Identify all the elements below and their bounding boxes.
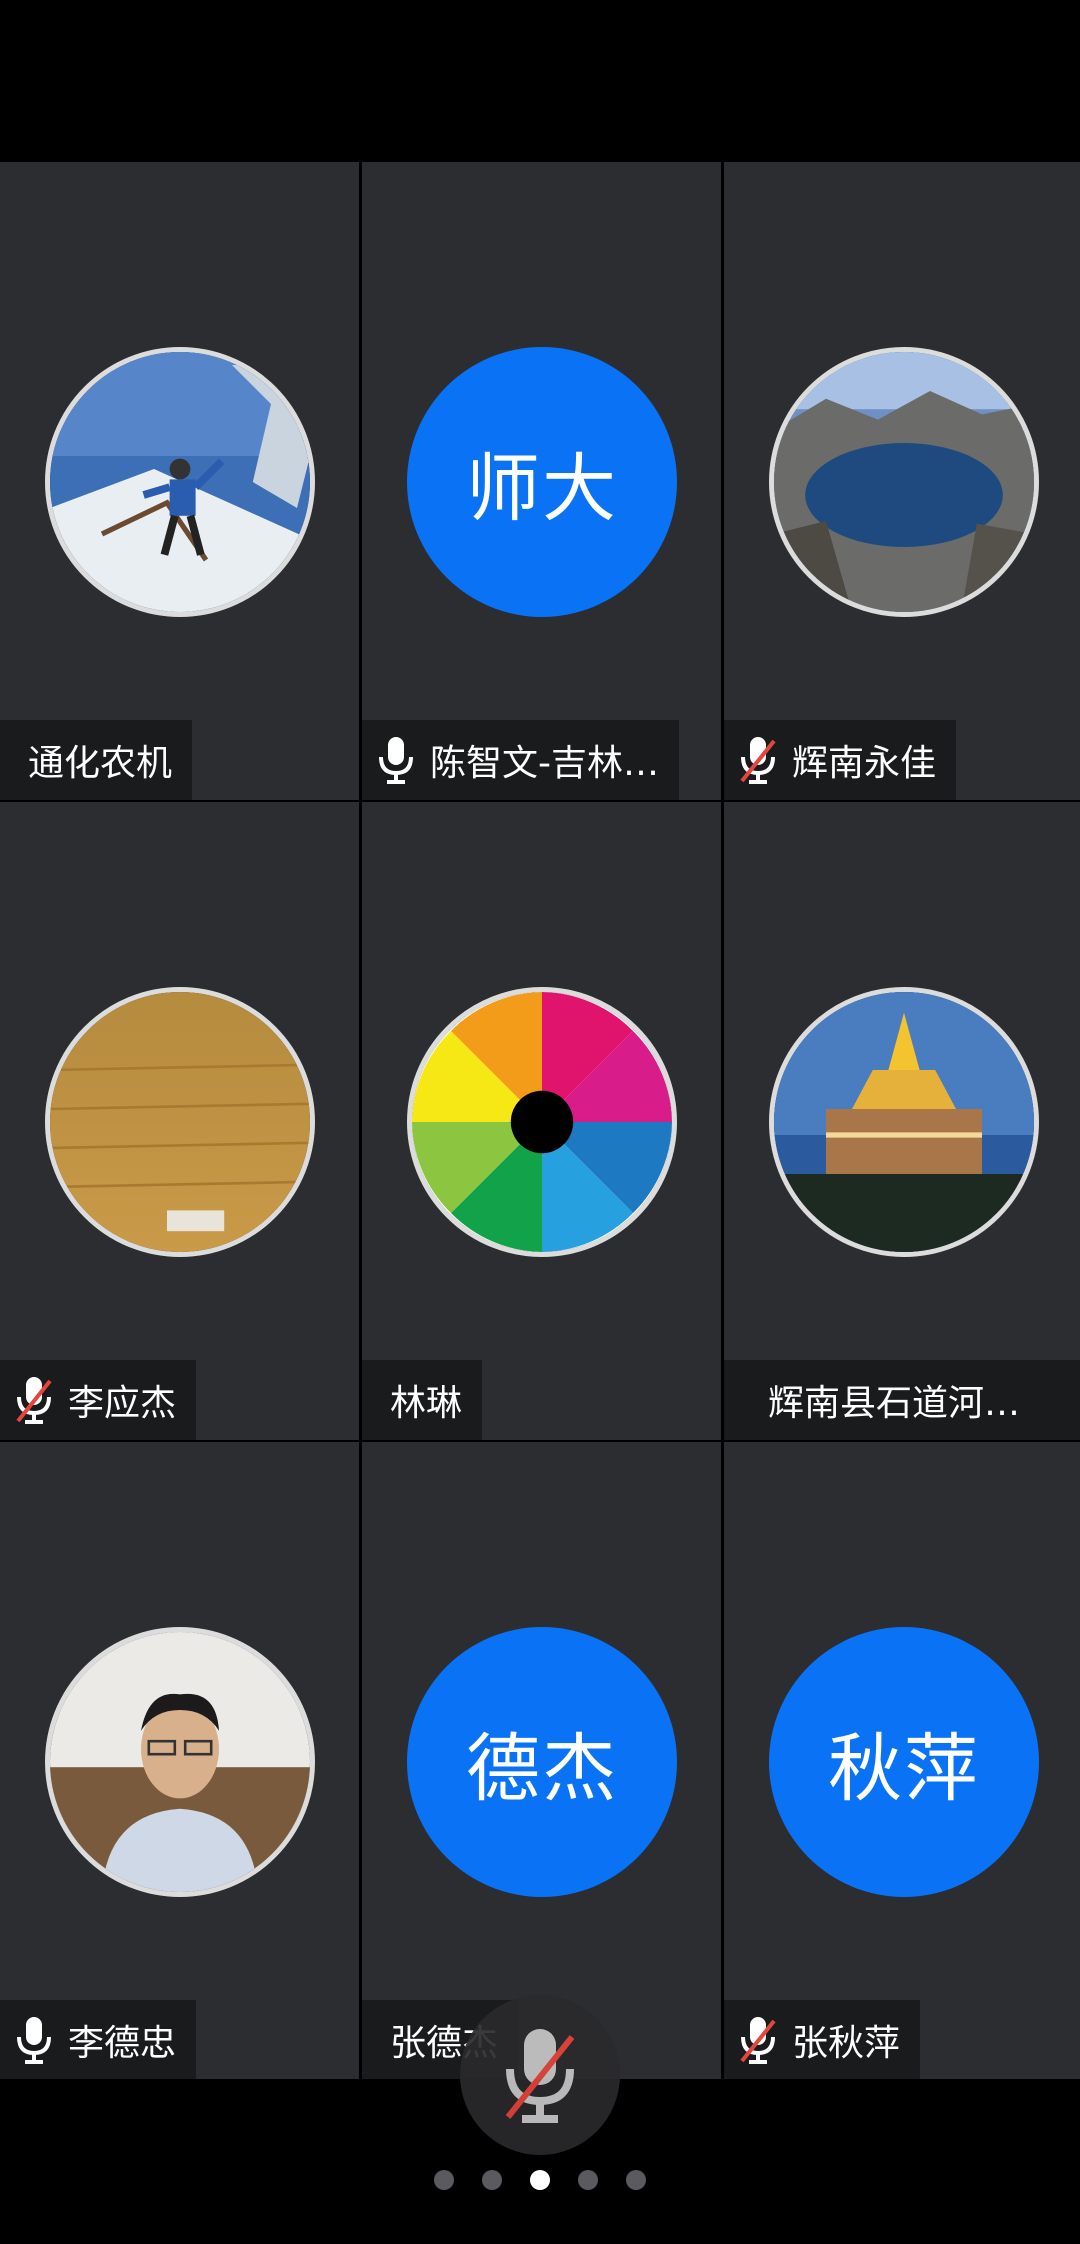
participant-name-label: 陈智文-吉林… xyxy=(362,720,679,800)
mic-muted-icon xyxy=(505,2029,575,2123)
participant-tile[interactable]: 辉南县石道河… xyxy=(724,802,1080,1440)
avatar-photo-man xyxy=(45,1627,315,1897)
participant-name: 通化农机 xyxy=(28,743,173,784)
participant-name: 陈智文-吉林… xyxy=(430,743,659,784)
participant-name: 林琳 xyxy=(390,1383,463,1424)
top-bar xyxy=(0,0,1080,162)
participant-tile[interactable]: 辉南永佳 xyxy=(724,162,1080,800)
participant-name-label: 李应杰 xyxy=(0,1360,197,1440)
participant-name-label: 辉南县石道河… xyxy=(724,1360,1080,1440)
page-dot[interactable] xyxy=(626,2170,646,2190)
mic-muted-icon xyxy=(740,2017,776,2064)
avatar-photo-aperture xyxy=(407,987,677,1257)
page-dot[interactable] xyxy=(578,2170,598,2190)
participant-name-label: 林琳 xyxy=(362,1360,483,1440)
participant-grid: 通化农机 师大 陈智文-吉林… 辉南永佳 李应杰 林琳 辉南县石道河… 李德忠 … xyxy=(0,162,1080,2080)
participant-name-label: 张秋萍 xyxy=(724,2000,921,2080)
participant-name: 辉南永佳 xyxy=(792,743,937,784)
mic-on-icon xyxy=(17,2017,51,2064)
avatar-photo-building xyxy=(769,987,1039,1257)
participant-tile[interactable]: 通化农机 xyxy=(0,162,359,800)
page-dot[interactable] xyxy=(482,2170,502,2190)
participant-name: 李德忠 xyxy=(68,2023,177,2064)
participant-tile[interactable]: 李应杰 xyxy=(0,802,359,1440)
participant-name: 张秋萍 xyxy=(792,2023,901,2064)
participant-tile[interactable]: 李德忠 xyxy=(0,1442,359,2080)
mic-muted-icon xyxy=(16,1377,52,1424)
avatar-initials: 德杰 xyxy=(407,1627,677,1897)
mic-muted-icon xyxy=(740,737,776,784)
avatar-photo-lake xyxy=(769,347,1039,617)
avatar-photo-field xyxy=(45,987,315,1257)
participant-name: 辉南县石道河… xyxy=(768,1383,1021,1424)
avatar-initials: 师大 xyxy=(407,347,677,617)
page-dot[interactable] xyxy=(434,2170,454,2190)
avatar-photo-skier xyxy=(45,347,315,617)
avatar-initials: 秋萍 xyxy=(769,1627,1039,1897)
participant-name: 李应杰 xyxy=(68,1383,177,1424)
page-dot-active[interactable] xyxy=(530,2170,550,2190)
mute-toggle-button[interactable] xyxy=(460,1995,620,2155)
participant-tile[interactable]: 师大 陈智文-吉林… xyxy=(362,162,721,800)
participant-name-label: 李德忠 xyxy=(0,2000,197,2080)
participant-tile[interactable]: 德杰 张德杰 xyxy=(362,1442,721,2080)
participant-name-label: 辉南永佳 xyxy=(724,720,957,800)
participant-name-label: 通化农机 xyxy=(0,720,193,800)
mic-on-icon xyxy=(379,737,413,784)
page-indicator xyxy=(0,2170,1080,2190)
participant-tile[interactable]: 秋萍 张秋萍 xyxy=(724,1442,1080,2080)
participant-tile[interactable]: 林琳 xyxy=(362,802,721,1440)
